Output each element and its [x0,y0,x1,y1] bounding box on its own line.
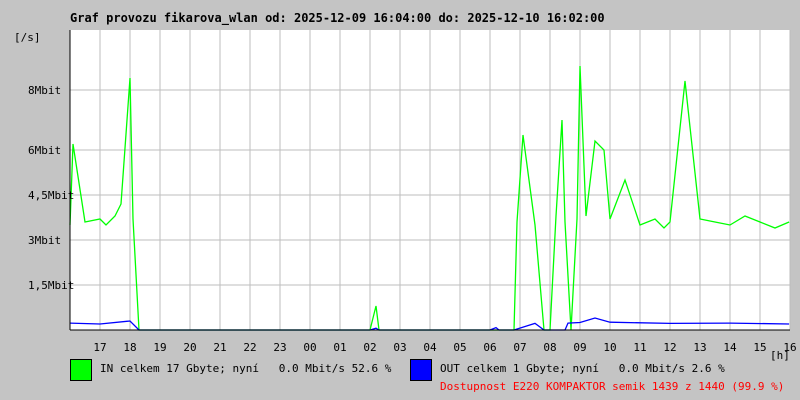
x-tick-labels: 17 18 19 20 21 22 23 00 01 02 03 04 05 06 07 08 09 10 11 12… [93,341,796,354]
availability-text: Dostupnost E220 KOMPAKTOR semik 1439 z 1… [440,380,785,393]
x-tick-label: 19 [153,341,166,354]
x-tick-label: 23 [273,341,286,354]
y-tick-label: 8Mbit [28,84,61,97]
chart-title: Graf provozu fikarova_wlan od: 2025-12-0… [70,11,605,26]
x-tick-label: 20 [183,341,196,354]
x-axis-unit: [h] [770,349,790,362]
y-tick-label: 6Mbit [28,144,61,157]
out-legend-swatch [410,359,432,381]
y-tick-labels: 1,5Mbit 3Mbit 4,5Mbit 6Mbit 8Mbit [28,84,74,292]
x-tick-label: 07 [513,341,526,354]
x-tick-label: 05 [453,341,466,354]
x-tick-label: 22 [243,341,256,354]
x-tick-label: 04 [423,341,437,354]
x-tick-label: 13 [693,341,706,354]
x-tick-label: 15 [753,341,766,354]
out-legend-text: OUT celkem 1 Gbyte; nyní 0.0 Mbit/s 2.6 … [440,362,725,375]
y-tick-label: 1,5Mbit [28,279,74,292]
x-tick-label: 18 [123,341,136,354]
y-tick-label: 4,5Mbit [28,189,74,202]
x-tick-label: 11 [633,341,646,354]
in-legend-swatch [70,359,92,381]
x-tick-label: 01 [333,341,346,354]
x-tick-label: 09 [573,341,586,354]
x-tick-label: 12 [663,341,676,354]
x-tick-label: 10 [603,341,616,354]
traffic-chart: Graf provozu fikarova_wlan od: 2025-12-0… [14,11,797,362]
in-legend-text: IN celkem 17 Gbyte; nyní 0.0 Mbit/s 52.6… [100,362,392,375]
x-tick-label: 06 [483,341,496,354]
x-tick-label: 00 [303,341,316,354]
y-axis-unit: [/s] [14,31,41,44]
y-tick-label: 3Mbit [28,234,61,247]
x-tick-label: 02 [363,341,376,354]
x-tick-label: 08 [543,341,556,354]
x-tick-label: 17 [93,341,106,354]
x-tick-label: 03 [393,341,406,354]
x-tick-label: 21 [213,341,226,354]
x-tick-label: 14 [723,341,737,354]
